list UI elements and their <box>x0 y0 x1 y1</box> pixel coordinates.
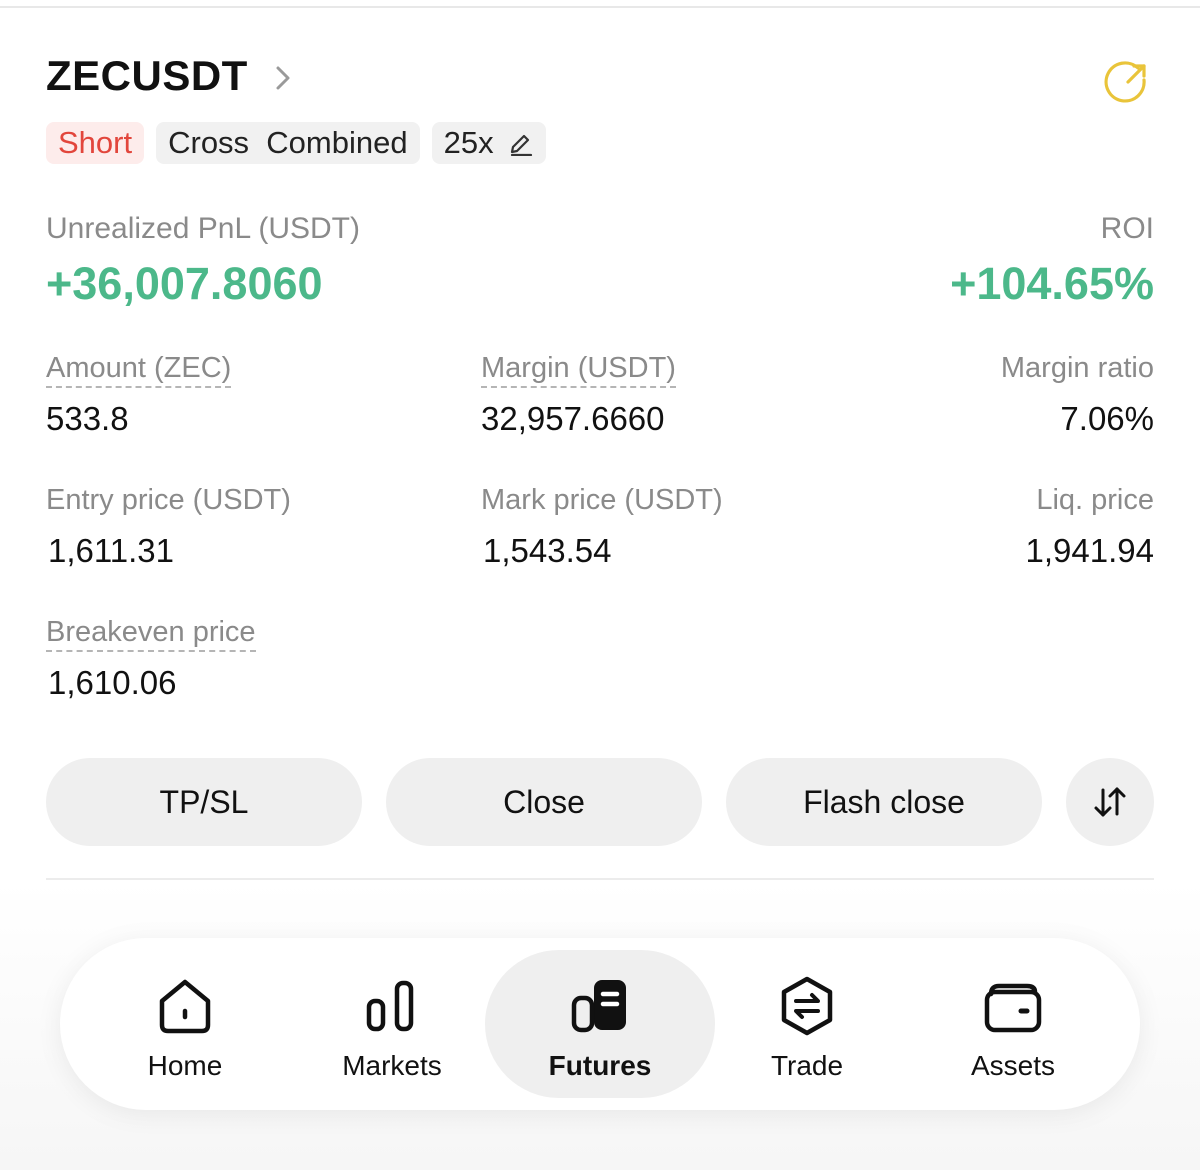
flash-close-button[interactable]: Flash close <box>726 758 1042 846</box>
top-divider <box>0 6 1200 8</box>
markets-icon <box>366 980 414 1032</box>
wallet-icon <box>984 983 1042 1033</box>
position-tags: Short Cross Combined 25x <box>46 122 546 164</box>
tab-markets[interactable]: Markets <box>292 938 492 1110</box>
liq-price-label: Liq. price <box>1036 484 1154 516</box>
position-actions: TP/SL Close Flash close <box>46 758 1154 846</box>
roi-value: +104.65% <box>950 258 1154 309</box>
margin-ratio-value: 7.06% <box>1060 400 1154 437</box>
roi-label: ROI <box>1100 212 1154 245</box>
pnl-value: +36,007.8060 <box>46 258 323 309</box>
margin-mode-badge: Cross Combined <box>156 122 420 164</box>
edit-icon <box>510 134 532 156</box>
mark-price-value: 1,543.54 <box>483 532 612 569</box>
position-header: ZECUSDT <box>46 52 1154 103</box>
side-badge: Short <box>46 122 145 164</box>
tab-home[interactable]: Home <box>85 938 285 1110</box>
tab-assets[interactable]: Assets <box>913 938 1113 1110</box>
swap-arrows-icon <box>1094 787 1126 817</box>
amount-label[interactable]: Amount (ZEC) <box>46 352 232 388</box>
trade-icon <box>781 976 833 1036</box>
close-button[interactable]: Close <box>386 758 702 846</box>
mark-price-label: Mark price (USDT) <box>481 484 723 516</box>
pnl-label: Unrealized PnL (USDT) <box>46 212 360 245</box>
tab-label: Futures <box>548 1050 652 1081</box>
tab-label: Home <box>147 1050 223 1081</box>
tab-trade[interactable]: Trade <box>707 938 907 1110</box>
leverage-value: 25x <box>443 125 494 160</box>
entry-price-label: Entry price (USDT) <box>46 484 291 516</box>
tab-futures[interactable]: Futures <box>500 938 700 1110</box>
amount-value: 533.8 <box>46 400 129 437</box>
leverage-badge[interactable]: 25x <box>431 122 546 164</box>
reverse-position-button[interactable] <box>1066 758 1154 846</box>
tpsl-button[interactable]: TP/SL <box>46 758 362 846</box>
tab-label: Assets <box>970 1050 1056 1081</box>
chevron-right-icon <box>276 66 290 90</box>
futures-icon <box>571 980 626 1033</box>
home-icon <box>159 979 211 1034</box>
breakeven-price-value: 1,610.06 <box>48 664 177 701</box>
margin-value: 32,957.6660 <box>481 400 665 437</box>
tab-label: Markets <box>342 1050 442 1081</box>
symbol-title: ZECUSDT <box>46 52 248 99</box>
entry-price-value: 1,611.31 <box>48 532 175 569</box>
margin-label[interactable]: Margin (USDT) <box>481 352 676 388</box>
share-icon[interactable] <box>1104 58 1152 106</box>
bottom-tab-bar: Home Markets Futures Trade Assets <box>60 938 1140 1110</box>
symbol-link[interactable]: ZECUSDT <box>46 52 1154 100</box>
liq-price-value: 1,941.94 <box>1025 532 1154 569</box>
breakeven-price-label[interactable]: Breakeven price <box>46 616 256 652</box>
tab-label: Trade <box>770 1050 844 1081</box>
margin-ratio-label: Margin ratio <box>1000 352 1154 384</box>
